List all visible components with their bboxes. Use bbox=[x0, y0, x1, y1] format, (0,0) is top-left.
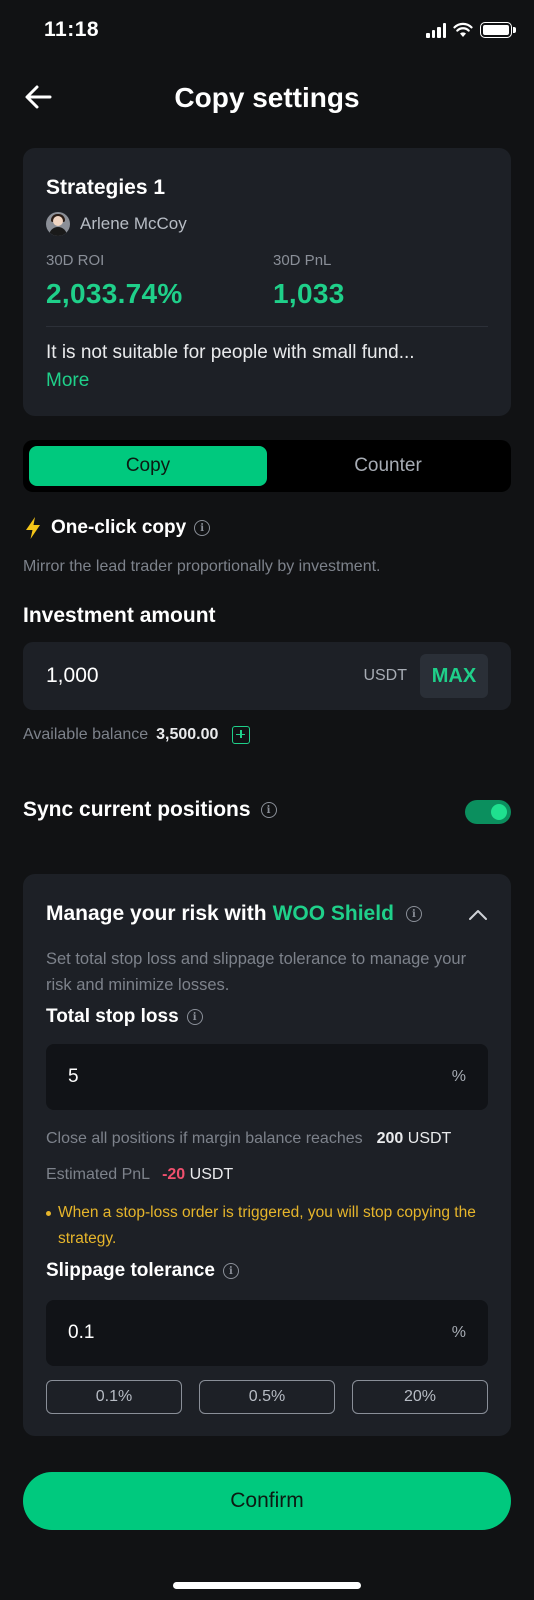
risk-description: Set total stop loss and slippage toleran… bbox=[46, 950, 467, 994]
pnl-label: 30D PnL bbox=[273, 252, 332, 269]
stop-loss-warning: When a stop-loss order is triggered, you… bbox=[46, 1200, 486, 1252]
info-icon[interactable]: i bbox=[222, 1263, 239, 1279]
slippage-value: 0.1 bbox=[68, 1322, 95, 1343]
investment-title: Investment amount bbox=[23, 604, 216, 627]
slippage-presets: 0.1% 0.5% 20% bbox=[46, 1380, 488, 1414]
copy-mode-tabs: Copy Counter bbox=[23, 440, 511, 492]
home-indicator bbox=[173, 1582, 361, 1589]
sync-toggle[interactable] bbox=[465, 800, 511, 824]
info-icon[interactable]: i bbox=[405, 906, 422, 922]
stop-loss-unit: % bbox=[451, 1068, 466, 1085]
slippage-label-row: Slippage tolerance i bbox=[46, 1260, 239, 1282]
add-funds-icon[interactable] bbox=[232, 726, 251, 744]
strategy-card: Strategies 1 Arlene McCoy 30D ROI 2,033.… bbox=[23, 148, 511, 416]
pnl-value: 1,033 bbox=[273, 278, 345, 309]
confirm-button[interactable]: Confirm bbox=[23, 1472, 511, 1530]
lightning-icon bbox=[26, 517, 40, 539]
risk-card: Manage your risk with WOO Shield i Set t… bbox=[23, 874, 511, 1436]
page-title: Copy settings bbox=[174, 82, 360, 113]
est-pnl-value: -20 bbox=[162, 1166, 186, 1183]
slippage-preset-button[interactable]: 0.1% bbox=[46, 1380, 182, 1414]
est-pnl-unit: USDT bbox=[189, 1166, 234, 1183]
one-click-label: One-click copy bbox=[51, 517, 187, 538]
battery-icon bbox=[480, 22, 516, 38]
more-link[interactable]: More bbox=[46, 370, 89, 392]
close-positions-line: Close all positions if margin balance re… bbox=[46, 1130, 451, 1148]
stop-loss-label: Total stop loss bbox=[46, 1006, 179, 1027]
header: Copy settings bbox=[0, 70, 534, 122]
estimated-pnl-line: Estimated PnL -20 USDT bbox=[46, 1166, 233, 1184]
balance-label: Available balance bbox=[23, 726, 149, 743]
est-pnl-label: Estimated PnL bbox=[46, 1166, 151, 1183]
trader-name: Arlene McCoy bbox=[80, 214, 187, 233]
chevron-up-icon[interactable] bbox=[467, 904, 489, 926]
info-icon[interactable]: i bbox=[186, 1009, 203, 1025]
sync-label: Sync current positions bbox=[23, 798, 251, 821]
cellular-signal-icon bbox=[426, 22, 446, 38]
risk-title: Manage your risk with WOO Shield i bbox=[46, 902, 422, 926]
slippage-unit: % bbox=[451, 1324, 466, 1341]
slippage-preset-button[interactable]: 0.5% bbox=[199, 1380, 335, 1414]
roi-value: 2,033.74% bbox=[46, 278, 183, 309]
woo-shield-label: WOO Shield bbox=[272, 902, 394, 925]
info-icon[interactable]: i bbox=[260, 802, 277, 818]
avatar bbox=[46, 212, 70, 236]
max-button[interactable]: MAX bbox=[420, 654, 488, 698]
trader-row: Arlene McCoy bbox=[46, 212, 187, 236]
slippage-preset-button[interactable]: 20% bbox=[352, 1380, 488, 1414]
stop-loss-input[interactable]: 5 % bbox=[46, 1044, 488, 1110]
close-value: 200 bbox=[376, 1130, 404, 1147]
wifi-icon bbox=[453, 22, 473, 37]
slippage-input[interactable]: 0.1 % bbox=[46, 1300, 488, 1366]
info-icon[interactable]: i bbox=[194, 520, 211, 536]
one-click-description: Mirror the lead trader proportionally by… bbox=[23, 558, 381, 575]
close-label: Close all positions if margin balance re… bbox=[46, 1130, 363, 1147]
strategy-description: It is not suitable for people with small… bbox=[46, 342, 415, 363]
one-click-row: One-click copy i bbox=[23, 516, 211, 540]
investment-unit: USDT bbox=[363, 667, 407, 684]
strategy-name: Strategies 1 bbox=[46, 176, 166, 199]
tab-counter[interactable]: Counter bbox=[269, 446, 507, 486]
risk-title-prefix: Manage your risk with bbox=[46, 902, 267, 925]
tab-copy[interactable]: Copy bbox=[29, 446, 267, 486]
slippage-label: Slippage tolerance bbox=[46, 1260, 215, 1281]
close-unit: USDT bbox=[407, 1130, 452, 1147]
investment-input[interactable]: 1,000 USDT MAX bbox=[23, 642, 511, 710]
status-bar: 11:18 bbox=[0, 0, 534, 62]
balance-row: Available balance 3,500.00 bbox=[23, 726, 251, 744]
roi-label: 30D ROI bbox=[46, 252, 105, 269]
investment-value: 1,000 bbox=[46, 664, 99, 687]
sync-row: Sync current positions i bbox=[23, 798, 277, 822]
status-time: 11:18 bbox=[44, 18, 100, 41]
stop-loss-label-row: Total stop loss i bbox=[46, 1006, 203, 1028]
status-icons bbox=[426, 22, 516, 38]
balance-value: 3,500.00 bbox=[156, 726, 219, 743]
stop-loss-value: 5 bbox=[68, 1066, 79, 1087]
divider bbox=[46, 326, 488, 327]
